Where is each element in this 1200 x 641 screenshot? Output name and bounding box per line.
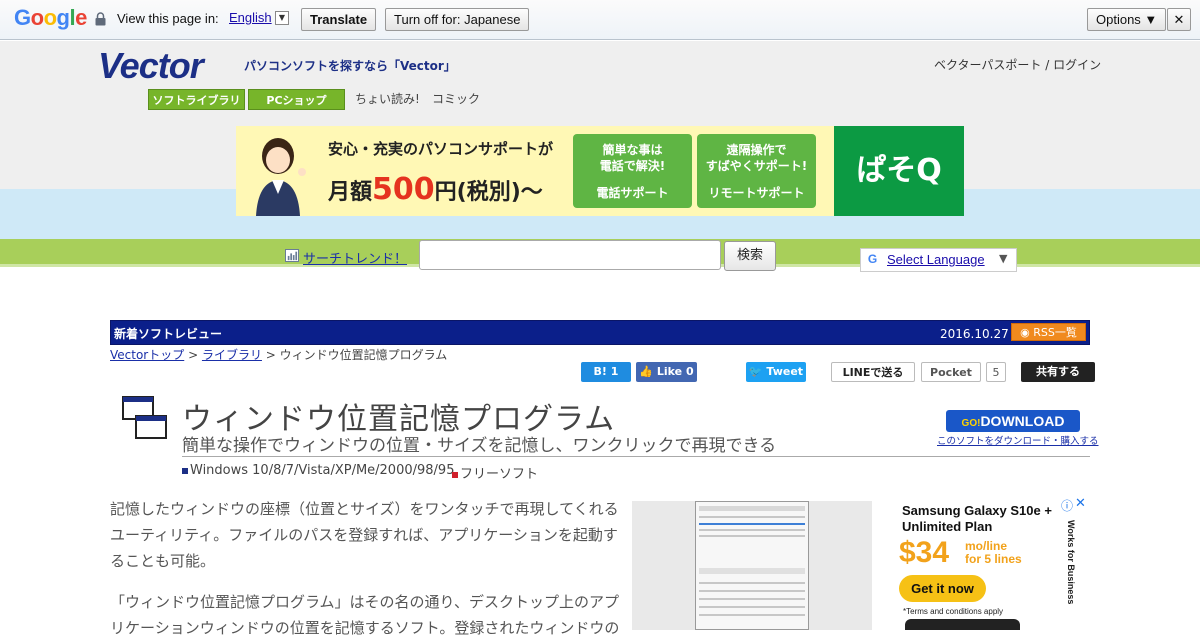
breadcrumb: Vectorトップ > ライブラリ > ウィンドウ位置記憶プログラム [110, 346, 447, 363]
search-input[interactable] [419, 240, 721, 270]
screenshot-row [699, 582, 805, 584]
review-paragraph: 「ウィンドウ位置記憶プログラム」はその名の通り、デスクトップ上のアプリケーション… [110, 593, 620, 637]
support-operator-illustration [256, 138, 306, 216]
chevron-down-icon[interactable]: ▼ [999, 252, 1007, 265]
google-g-icon: G [867, 252, 878, 266]
rss-label: RSS一覧 [1033, 326, 1077, 339]
ad-info-icon[interactable]: ⓘ [1061, 497, 1073, 514]
screenshot-row [699, 516, 805, 518]
screenshot-row [699, 523, 805, 525]
app-windows-icon [122, 396, 167, 439]
rss-button[interactable]: ◉ RSS一覧 [1011, 323, 1086, 341]
screenshot-row [699, 614, 805, 616]
logo-letter: G [14, 5, 31, 30]
banner-price-line: 月額500円(税別)〜 [328, 172, 543, 207]
phone-support-label: 電話サポート [596, 186, 669, 200]
breadcrumb-separator: > [261, 348, 280, 362]
ad-cta-button[interactable]: Get it now [899, 575, 986, 602]
pasoq-brand: ぱそQ [834, 126, 964, 216]
ad-close-icon[interactable]: ✕ [1075, 496, 1086, 511]
remote-support-box: 遠隔操作で すばやくサポート! リモートサポート [697, 134, 816, 208]
language-dropdown-icon[interactable]: ▼ [275, 11, 289, 25]
translate-prompt: View this page in: [117, 11, 219, 26]
pocket-count: 5 [986, 362, 1006, 382]
vector-logo[interactable]: Vector [98, 45, 204, 87]
phone-support-text: 簡単な事は 電話で解決! [599, 143, 666, 173]
banner-price: 500 [372, 172, 435, 207]
screenshot-window [695, 501, 809, 630]
phone-image [905, 619, 1020, 630]
nav-software-library[interactable]: ソフトライブラリ [148, 89, 245, 110]
os-text: Windows 10/8/7/Vista/XP/Me/2000/98/95 [190, 463, 455, 478]
ad-price-detail: mo/line for 5 lines [965, 539, 1022, 566]
nav-pc-shop[interactable]: PCショップ [248, 89, 345, 110]
screenshot-row [699, 598, 805, 600]
breadcrumb-separator: > [184, 348, 202, 362]
ad-terms: *Terms and conditions apply [903, 607, 1004, 616]
download-button[interactable]: GO!DOWNLOAD [946, 410, 1080, 432]
select-language-label[interactable]: Select Language [887, 252, 985, 267]
download-link[interactable]: このソフトをダウンロード・購入する [937, 433, 1099, 447]
screenshot-row [699, 590, 805, 592]
download-label: DOWNLOAD [980, 413, 1065, 429]
chart-icon [285, 249, 299, 262]
hatena-bookmark-button[interactable]: B! 1 [581, 362, 631, 382]
license-type: フリーソフト [452, 463, 538, 482]
download-go: GO! [961, 418, 981, 429]
title-divider [182, 456, 1090, 457]
screenshot-row [699, 568, 805, 574]
nav-light-read[interactable]: ちょい読み! [355, 90, 420, 107]
line-share-button[interactable]: LINEで送る [831, 362, 915, 382]
target-language-link[interactable]: English [229, 10, 272, 25]
ad-price: $34 [899, 536, 950, 569]
share-button[interactable]: 共有する [1021, 362, 1095, 382]
translate-button[interactable]: Translate [301, 8, 377, 31]
options-button[interactable]: Options ▼ [1087, 8, 1167, 31]
supported-os: Windows 10/8/7/Vista/XP/Me/2000/98/95 [182, 463, 454, 478]
remote-support-text: 遠隔操作で すばやくサポート! [705, 143, 808, 173]
site-tagline: パソコンソフトを探すなら「Vector」 [244, 59, 456, 73]
turn-off-button[interactable]: Turn off for: Japanese [385, 8, 530, 31]
section-date: 2016.10.27 [940, 327, 1009, 341]
bullet-icon [452, 471, 458, 478]
page-subtitle: 簡単な操作でウィンドウの位置・サイズを記憶し、ワンクリックで再現できる [182, 436, 777, 456]
banner-price-prefix: 月額 [328, 180, 373, 205]
phone-support-box: 簡単な事は 電話で解決! 電話サポート [573, 134, 692, 208]
screenshot-row [699, 529, 805, 531]
search-trend-link[interactable]: サーチトレンド！ [303, 248, 407, 267]
lock-icon [95, 12, 106, 26]
ad-title: Samsung Galaxy S10e + Unlimited Plan [902, 503, 1052, 534]
close-icon[interactable]: ✕ [1167, 8, 1191, 31]
support-banner-ad[interactable]: 安心・充実のパソコンサポートが 月額500円(税別)〜 簡単な事は 電話で解決!… [236, 126, 964, 216]
rss-icon: ◉ [1020, 326, 1034, 339]
logo-letter: e [75, 5, 87, 30]
login-link[interactable]: ベクターパスポート / ログイン [934, 56, 1101, 73]
breadcrumb-library[interactable]: ライブラリ [202, 348, 262, 362]
breadcrumb-current: ウィンドウ位置記憶プログラム [279, 348, 448, 362]
logo-letter: o [30, 5, 44, 30]
screenshot-row [699, 606, 805, 608]
license-text: フリーソフト [460, 467, 539, 482]
logo-letter: o [43, 5, 57, 30]
review-paragraph: 記憶したウィンドウの座標（位置とサイズ）をワンタッチで再現してくれるユーティリテ… [110, 500, 619, 570]
search-button[interactable]: 検索 [724, 241, 776, 271]
facebook-like-button[interactable]: 👍 Like 0 [636, 362, 697, 382]
google-logo: Google [14, 5, 87, 31]
section-title: 新着ソフトレビュー [114, 327, 223, 341]
ad-vertical-text: Works for Business [1066, 520, 1076, 605]
remote-support-label: リモートサポート [708, 186, 805, 200]
tweet-button[interactable]: 🐦 Tweet [746, 362, 806, 382]
banner-price-suffix: 円(税別)〜 [434, 180, 543, 205]
breadcrumb-vector-top[interactable]: Vectorトップ [110, 348, 184, 362]
banner-headline: 安心・充実のパソコンサポートが [328, 140, 554, 158]
screenshot-titlebar [699, 506, 805, 511]
bullet-icon [182, 467, 188, 474]
nav-comic[interactable]: コミック [432, 90, 480, 107]
pocket-button[interactable]: Pocket [921, 362, 981, 382]
logo-letter: g [56, 5, 70, 30]
screenshot-row [699, 535, 805, 537]
